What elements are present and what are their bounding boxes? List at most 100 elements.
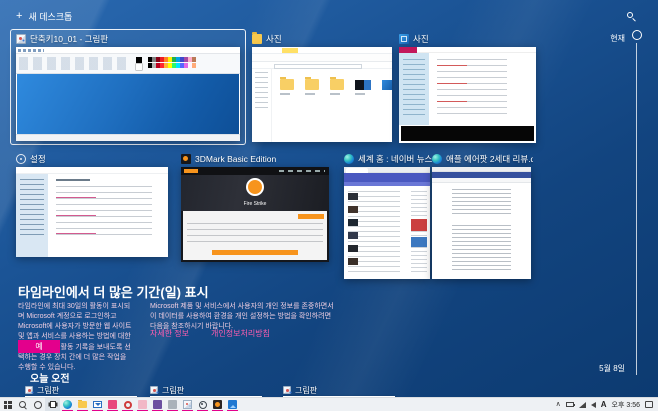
volume-icon[interactable]	[591, 402, 596, 408]
preview-titlebar	[252, 47, 392, 54]
tile-title: 애플 에어팟 2세대 리뷰.do...	[446, 153, 533, 165]
preview-progress-bar	[212, 250, 298, 255]
privacy-policy-link[interactable]: 개인정보처리방침	[211, 328, 270, 339]
edge-icon	[344, 154, 354, 164]
preview-article-thumbs	[348, 193, 358, 200]
battery-icon[interactable]	[566, 402, 574, 407]
timeline-scrubber-handle[interactable]	[632, 30, 642, 40]
tile-title: 단축키10_01 - 그림판	[30, 33, 108, 45]
taskbar-photos-button[interactable]	[225, 398, 240, 411]
taskbar-app-gray-button[interactable]	[165, 398, 180, 411]
window-tile-paint[interactable]: 단축키10_01 - 그림판	[10, 29, 246, 145]
preview-main	[48, 174, 168, 257]
preview-text-lines	[437, 59, 507, 119]
tile-header: 3DMark Basic Edition	[181, 153, 329, 165]
image-thumb	[382, 80, 392, 90]
preview-canvas	[17, 74, 239, 134]
start-button[interactable]	[0, 398, 15, 411]
taskbar-mail-button[interactable]	[90, 398, 105, 411]
cortana-icon	[34, 401, 42, 409]
preview-text-lines	[56, 186, 152, 238]
paint-icon	[150, 386, 158, 394]
tile-header: 그림판	[150, 385, 262, 395]
image-thumb	[355, 80, 371, 90]
tile-title: 설정	[30, 153, 46, 165]
tile-title: 사진	[266, 33, 282, 45]
preview-ribbon	[16, 54, 240, 74]
lightpink-app-icon	[138, 400, 147, 409]
3dmark-icon	[213, 400, 222, 409]
preview-main	[429, 53, 536, 125]
taskbar-app-purple-button[interactable]	[150, 398, 165, 411]
taskbar-3dmark-button[interactable]	[210, 398, 225, 411]
purple-app-icon	[153, 400, 162, 409]
window-tile-edge-article[interactable]: 애플 에어팟 2세대 리뷰.do...	[432, 153, 533, 279]
pink-app-icon	[108, 400, 117, 409]
more-info-link[interactable]: 자세한 정보	[150, 328, 189, 339]
new-desktop-label: 새 데스크톱	[28, 10, 72, 23]
window-tile-settings[interactable]: 설정	[16, 153, 168, 257]
promo-links: 자세한 정보 개인정보처리방침	[150, 328, 270, 339]
network-icon[interactable]	[579, 402, 586, 408]
gray-app-icon	[168, 400, 177, 409]
preview-address-bar	[252, 62, 392, 69]
new-desktop-button[interactable]: + 새 데스크톱	[16, 10, 72, 23]
tile-title: 세계 홈 : 네이버 뉴스 외...	[358, 153, 432, 165]
tile-header: 애플 에어팟 2세대 리뷰.do...	[432, 153, 533, 165]
taskbar-app-pink-button[interactable]	[105, 398, 120, 411]
action-center-icon[interactable]	[645, 401, 653, 408]
taskbar-settings-button[interactable]	[195, 398, 210, 411]
paint-window-preview	[16, 47, 240, 141]
tile-header: 그림판	[283, 385, 395, 395]
preview-titlebar	[16, 167, 168, 174]
photos-icon	[399, 34, 409, 44]
preview-media-strip	[401, 126, 534, 141]
edge-news-window-preview	[344, 167, 430, 279]
red-ring-app-icon	[124, 401, 132, 409]
window-tile-photos[interactable]: 사진	[399, 33, 536, 143]
cortana-button[interactable]	[30, 398, 45, 411]
3dmark-window-preview: Fire Strike	[181, 167, 329, 262]
taskbar-clock[interactable]: 오후 3:56	[612, 400, 640, 410]
tile-title: 그림판	[295, 385, 317, 396]
timeline-scrubber-rail[interactable]	[636, 43, 637, 375]
window-tile-explorer-pictures[interactable]: 사진	[252, 33, 392, 142]
taskbar-edge-button[interactable]	[60, 398, 75, 411]
taskbar-left	[0, 398, 240, 411]
task-view-button[interactable]	[45, 398, 60, 411]
ime-indicator[interactable]: A	[601, 400, 607, 409]
preview-article-text	[452, 189, 511, 273]
preview-text-lines	[187, 223, 323, 245]
preview-orange-button	[298, 214, 324, 219]
taskbar-app-red-button[interactable]	[120, 398, 135, 411]
edge-icon	[432, 154, 442, 164]
tile-title: 3DMark Basic Edition	[195, 154, 276, 164]
gear-icon	[199, 401, 207, 409]
timeline-search-icon[interactable]	[627, 12, 636, 21]
task-view-screen: + 새 데스크톱 현재 5월 8일 단축키10_01 - 그림판	[0, 0, 658, 411]
preview-result-panel	[183, 211, 327, 260]
taskbar-search-button[interactable]	[15, 398, 30, 411]
preview-ribbon	[252, 54, 392, 62]
taskbar-explorer-button[interactable]	[75, 398, 90, 411]
folder-thumb	[330, 79, 344, 90]
folder-icon	[78, 401, 87, 408]
system-tray: ∧ A 오후 3:56	[556, 398, 658, 411]
preview-toolbar	[432, 178, 531, 183]
gear-icon	[16, 154, 26, 164]
tile-header: 사진	[252, 33, 392, 45]
edge-icon	[63, 400, 72, 409]
yes-button[interactable]: 예	[18, 340, 60, 353]
window-tile-edge-news[interactable]: 세계 홈 : 네이버 뉴스 외...	[344, 153, 432, 279]
folder-thumb	[305, 79, 319, 90]
preview-palette	[148, 57, 196, 62]
paint-icon	[283, 386, 291, 394]
preview-hero: Fire Strike	[181, 175, 329, 211]
tray-chevron-icon[interactable]: ∧	[556, 398, 561, 411]
timeline-now-label: 현재	[610, 33, 625, 44]
taskbar-app-lightpink-button[interactable]	[135, 398, 150, 411]
preview-site-header	[344, 173, 430, 182]
folder-icon	[252, 34, 262, 44]
taskbar-paint-button[interactable]	[180, 398, 195, 411]
window-tile-3dmark[interactable]: 3DMark Basic Edition Fire Strike	[181, 153, 329, 262]
